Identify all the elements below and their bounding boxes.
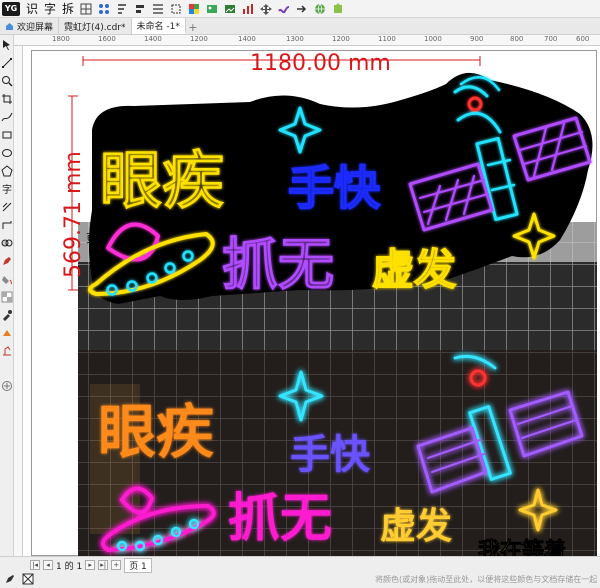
neon-text-line4: 虚发 xyxy=(372,245,456,294)
tab-label: 未命名 -1* xyxy=(136,21,180,32)
ruler-tick: 1200 xyxy=(190,35,208,43)
globe-icon[interactable] xyxy=(314,3,326,15)
freehand-tool-icon[interactable] xyxy=(1,111,13,123)
transparency-tool-icon[interactable] xyxy=(1,291,13,303)
move-icon[interactable] xyxy=(260,3,273,15)
crop-icon[interactable] xyxy=(170,3,182,15)
puzzle-icon[interactable] xyxy=(332,3,344,15)
plugin-logo[interactable]: YG xyxy=(2,1,20,16)
ruler-tick: 1000 xyxy=(424,35,442,43)
text-button[interactable]: 字 xyxy=(44,0,56,17)
ruler-tick: 1400 xyxy=(144,35,162,43)
tab-welcome[interactable]: 欢迎屏幕 xyxy=(0,18,60,34)
ellipse-tool-icon[interactable] xyxy=(1,147,13,159)
zoom-tool-icon[interactable] xyxy=(1,75,13,87)
node-icon[interactable] xyxy=(98,3,110,15)
shape-tool-icon[interactable] xyxy=(1,57,13,69)
tab-untitled[interactable]: 未命名 -1* xyxy=(131,18,186,34)
arrow-right-icon[interactable] xyxy=(296,3,308,15)
pick-tool-icon[interactable] xyxy=(1,39,13,51)
ruler-tick: 1300 xyxy=(286,35,304,43)
connector-tool-icon[interactable] xyxy=(1,219,13,231)
layers-icon[interactable] xyxy=(224,3,236,15)
ruler-tick: 1200 xyxy=(332,35,350,43)
distribute-icon[interactable] xyxy=(152,3,164,15)
blend-tool-icon[interactable] xyxy=(1,237,13,249)
parallel-tool-icon[interactable] xyxy=(1,201,13,213)
neon-text-line2: 手快 xyxy=(288,161,380,215)
crop-tool-icon[interactable] xyxy=(1,93,13,105)
photo-text-line1: 眼疾 xyxy=(98,398,214,466)
ruler-tick: 700 xyxy=(544,35,558,43)
photo-text-line2: 手快 xyxy=(290,432,371,478)
signature-text: 我在等着 xyxy=(478,538,566,556)
tab-neon-file[interactable]: 霓虹灯(4).cdr* xyxy=(59,18,132,34)
sort-icon[interactable] xyxy=(116,3,128,15)
wave-icon[interactable] xyxy=(278,3,290,15)
page-position: 1 的 1 xyxy=(56,561,83,572)
ruler-tick: 1800 xyxy=(52,35,70,43)
split-button[interactable]: 拆 xyxy=(62,0,74,17)
pen-tool-icon[interactable] xyxy=(1,255,13,267)
palette-hint: 将颜色(或对象)拖动至此处，以便将这些颜色与文档存储在一起 xyxy=(375,575,598,584)
width-label: 1180.00 mm xyxy=(250,51,391,76)
add-page-button[interactable]: + xyxy=(111,560,122,570)
first-page-button[interactable]: |◂ xyxy=(30,560,40,570)
tab-label: 欢迎屏幕 xyxy=(17,22,54,33)
neon-text-line3: 抓无 xyxy=(222,233,334,298)
tab-label: 霓虹灯(4).cdr* xyxy=(64,22,126,33)
polygon-tool-icon[interactable] xyxy=(1,165,13,177)
top-toolbar: YG 识 字 拆 xyxy=(0,0,600,18)
text-tool-icon[interactable]: 字 xyxy=(1,183,13,195)
ruler-tick: 1100 xyxy=(378,35,396,43)
last-page-button[interactable]: ▸| xyxy=(98,560,109,570)
neon-text-line1: 眼疾 xyxy=(100,144,224,217)
toolbox: 字 xyxy=(0,35,14,556)
bar-chart-icon[interactable] xyxy=(242,3,254,15)
status-bar: |◂ ◂ 1 的 1 ▸ ▸| + 页 1 将颜色(或对象)拖动至此处，以便将这… xyxy=(0,556,600,588)
svg-text:字: 字 xyxy=(2,183,12,195)
page-tab[interactable]: 页 1 xyxy=(124,557,152,573)
document-tabbar: 欢迎屏幕 霓虹灯(4).cdr* 未命名 -1* + xyxy=(0,18,600,35)
drawing-canvas[interactable]: 眼疾 手快 抓无 虚发 我在等着 更 xyxy=(23,46,600,556)
horizontal-ruler[interactable]: 1800 1600 1400 1200 1400 1300 1200 1100 … xyxy=(14,35,600,46)
height-label: 569.71 mm xyxy=(61,151,86,278)
next-page-button[interactable]: ▸ xyxy=(85,560,96,570)
eyedropper-tool-icon[interactable] xyxy=(1,309,13,321)
rectangle-tool-icon[interactable] xyxy=(1,129,13,141)
photo-text-line4: 虚发 xyxy=(380,506,452,547)
image-icon[interactable] xyxy=(206,3,218,15)
prev-page-button[interactable]: ◂ xyxy=(43,560,53,570)
ruler-tick: 600 xyxy=(576,35,590,43)
add-tab-button[interactable]: + xyxy=(186,21,200,34)
photo-text-line3: 抓无 xyxy=(228,489,332,549)
pen-icon[interactable] xyxy=(4,573,16,585)
status-tools xyxy=(4,573,34,585)
add-tool-icon[interactable] xyxy=(1,380,13,392)
page-navigator: |◂ ◂ 1 的 1 ▸ ▸| + 页 1 xyxy=(30,557,152,573)
coreldraw-window: YG 识 字 拆 欢迎屏幕 霓虹灯(4).cdr* 未命名 -1* + 字 18… xyxy=(0,0,600,588)
grid-icon[interactable] xyxy=(80,3,92,15)
ruler-tick: 900 xyxy=(470,35,484,43)
recognize-button[interactable]: 识 xyxy=(26,0,38,17)
interactive-fill-icon[interactable] xyxy=(1,327,13,339)
artwork: 眼疾 手快 抓无 虚发 我在等着 更 xyxy=(61,51,597,556)
no-fill-icon[interactable] xyxy=(22,573,34,585)
ruler-tick: 1600 xyxy=(98,35,116,43)
vertical-ruler[interactable] xyxy=(14,46,23,556)
align-icon[interactable] xyxy=(134,3,146,15)
fill-tool-icon[interactable] xyxy=(1,273,13,285)
home-icon xyxy=(6,22,13,30)
ruler-tick: 800 xyxy=(510,35,524,43)
color-icon[interactable] xyxy=(188,3,200,15)
ruler-tick: 1400 xyxy=(238,35,256,43)
smart-fill-icon[interactable] xyxy=(1,345,13,357)
